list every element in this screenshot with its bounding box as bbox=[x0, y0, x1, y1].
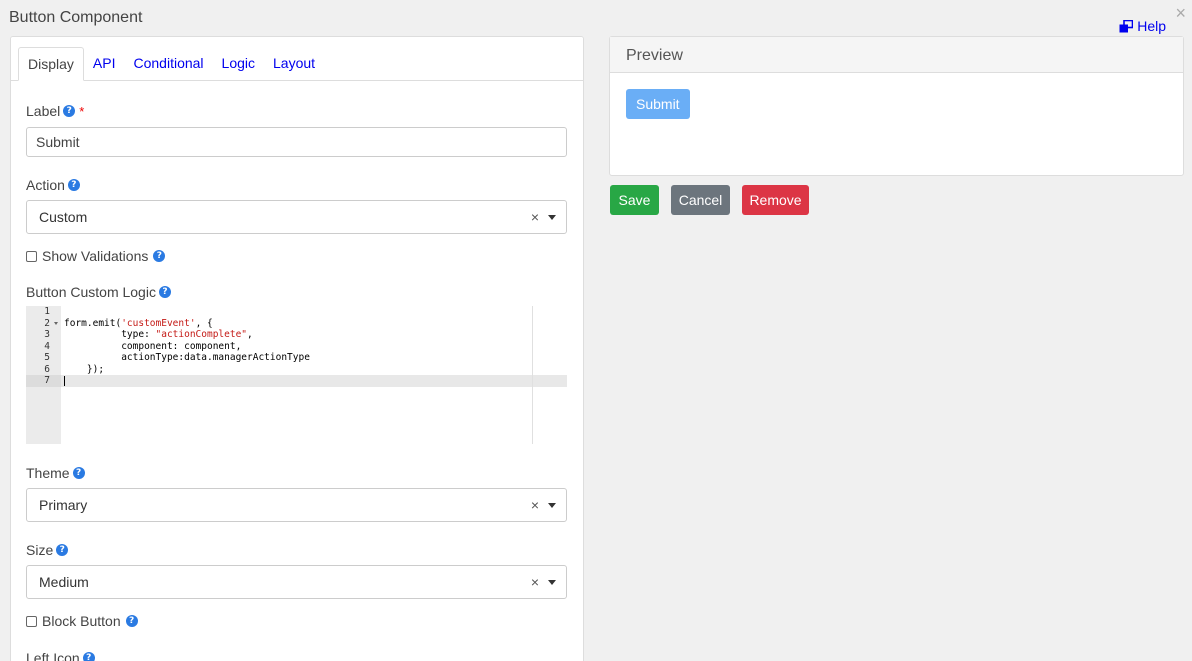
save-button[interactable]: Save bbox=[610, 185, 659, 215]
text-cursor bbox=[64, 375, 65, 386]
line-number: 6 bbox=[44, 363, 50, 375]
clear-icon[interactable]: × bbox=[531, 574, 539, 590]
question-circle-icon[interactable]: ? bbox=[82, 652, 95, 661]
label-field-label: Label ? * bbox=[26, 103, 85, 119]
code-editor[interactable]: 1 2 3 4 5 6 7 form.emit('customEvent', {… bbox=[26, 306, 567, 444]
code-line: type: "actionComplete", bbox=[64, 329, 253, 340]
caret-down-icon[interactable] bbox=[548, 580, 556, 585]
label-input[interactable]: Submit bbox=[26, 127, 567, 157]
question-circle-icon[interactable]: ? bbox=[63, 105, 76, 117]
component-settings-panel: Display API Conditional Logic Layout Lab… bbox=[10, 36, 584, 661]
print-margin bbox=[532, 306, 533, 444]
line-number-foldable: 2 bbox=[26, 318, 61, 330]
size-field-label: Size ? bbox=[26, 542, 567, 558]
close-icon[interactable]: × bbox=[1175, 3, 1186, 24]
theme-select[interactable]: Primary × bbox=[26, 488, 567, 522]
code-line: form.emit('customEvent', { bbox=[64, 317, 213, 329]
show-validations-checkbox[interactable] bbox=[26, 250, 37, 262]
question-circle-icon[interactable]: ? bbox=[56, 544, 69, 556]
preview-panel: Preview Submit bbox=[609, 36, 1184, 176]
action-field-label: Action ? bbox=[26, 177, 567, 193]
show-validations-label: Show Validations bbox=[42, 248, 149, 264]
left-icon-field-label: Left Icon ? bbox=[26, 650, 567, 661]
line-number: 1 bbox=[44, 306, 50, 317]
tab-logic[interactable]: Logic bbox=[213, 47, 264, 81]
help-label: Help bbox=[1137, 18, 1166, 34]
code-string: 'customEvent' bbox=[121, 317, 196, 329]
code-line-active bbox=[61, 375, 567, 387]
code-lines: form.emit('customEvent', { type: "action… bbox=[61, 306, 567, 387]
code-gutter: 1 2 3 4 5 6 7 bbox=[26, 306, 61, 444]
preview-body: Submit bbox=[610, 73, 1183, 135]
tab-api[interactable]: API bbox=[84, 47, 125, 81]
code-string: "actionComplete" bbox=[155, 329, 248, 340]
clear-icon[interactable]: × bbox=[531, 497, 539, 513]
tab-display[interactable]: Display bbox=[18, 47, 84, 81]
action-select[interactable]: Custom × bbox=[26, 200, 567, 234]
question-circle-icon[interactable]: ? bbox=[125, 615, 138, 627]
question-circle-icon[interactable]: ? bbox=[158, 286, 171, 298]
block-button-checkbox[interactable] bbox=[26, 615, 37, 627]
code-line: }); bbox=[64, 363, 105, 375]
modal-title: Button Component bbox=[9, 9, 143, 26]
question-circle-icon[interactable]: ? bbox=[67, 179, 80, 191]
required-mark: * bbox=[79, 103, 85, 119]
question-circle-icon[interactable]: ? bbox=[72, 467, 85, 479]
size-select-value: Medium bbox=[39, 574, 89, 590]
preview-title: Preview bbox=[610, 37, 1183, 73]
fold-arrow-icon[interactable] bbox=[54, 321, 58, 325]
custom-logic-field-label: Button Custom Logic ? bbox=[26, 284, 567, 300]
caret-down-icon[interactable] bbox=[548, 503, 556, 508]
help-link[interactable]: Help bbox=[1119, 18, 1166, 34]
line-number: 4 bbox=[44, 340, 50, 352]
settings-tabs: Display API Conditional Logic Layout bbox=[11, 37, 583, 81]
preview-submit-button[interactable]: Submit bbox=[626, 89, 690, 119]
theme-field-label: Theme ? bbox=[26, 465, 567, 481]
clear-icon[interactable]: × bbox=[531, 209, 539, 225]
line-number: 3 bbox=[44, 329, 50, 340]
block-button-label: Block Button bbox=[42, 613, 121, 629]
block-button-row: Block Button ? bbox=[26, 613, 567, 629]
tab-conditional[interactable]: Conditional bbox=[124, 47, 212, 81]
external-window-icon bbox=[1119, 19, 1134, 32]
remove-button[interactable]: Remove bbox=[742, 185, 809, 215]
tab-layout[interactable]: Layout bbox=[264, 47, 324, 81]
size-select[interactable]: Medium × bbox=[26, 565, 567, 599]
question-circle-icon[interactable]: ? bbox=[153, 250, 166, 262]
code-line: actionType:data.managerActionType bbox=[64, 352, 310, 363]
cancel-button[interactable]: Cancel bbox=[671, 185, 730, 215]
code-line: component: component, bbox=[64, 340, 242, 352]
theme-select-value: Primary bbox=[39, 497, 88, 513]
caret-down-icon[interactable] bbox=[548, 215, 556, 220]
show-validations-row: Show Validations ? bbox=[26, 248, 567, 264]
action-select-value: Custom bbox=[39, 209, 88, 225]
line-number: 5 bbox=[44, 352, 50, 363]
dialog-actions: Save Cancel Remove bbox=[610, 185, 809, 215]
line-number-active: 7 bbox=[26, 375, 61, 387]
